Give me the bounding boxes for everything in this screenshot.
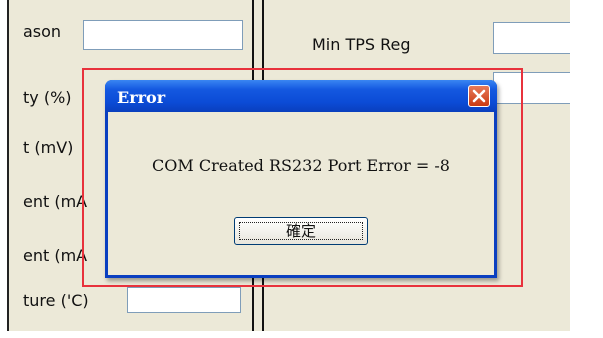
field-label-reason: ason <box>23 22 62 41</box>
field-input-temperature[interactable] <box>127 287 241 313</box>
field-label-min-tps-reg: Min TPS Reg <box>312 35 411 54</box>
field-label-current-2: ent (mA <box>23 246 88 265</box>
page-margin <box>570 0 603 338</box>
field-label-capacity: ty (%) <box>23 88 72 107</box>
field-input-reason[interactable] <box>83 20 243 50</box>
field-label-current-1: ent (mA <box>23 192 88 211</box>
highlight-box <box>82 68 523 287</box>
field-label-voltage: t (mV) <box>23 138 74 157</box>
field-label-temperature: ture ('C) <box>23 291 89 310</box>
